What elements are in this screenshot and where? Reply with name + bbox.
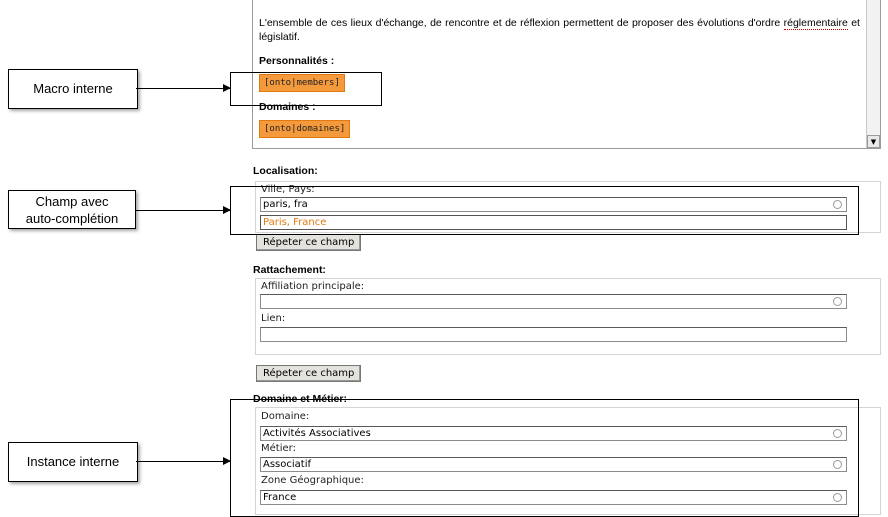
rattachement-title: Rattachement:	[253, 264, 326, 276]
frame-autocomplete	[230, 186, 859, 235]
callout-instance: Instance interne	[8, 442, 138, 482]
repeat-rattachement-button[interactable]: Répeter ce champ	[256, 365, 362, 382]
editor-paragraph: L'ensemble de ces lieux d'échange, de re…	[259, 17, 860, 43]
arrow-instance	[136, 457, 231, 465]
affiliation-label: Affiliation principale:	[261, 281, 365, 292]
callout-macro: Macro interne	[8, 69, 138, 109]
editor-scrollbar[interactable]: ▼	[866, 0, 880, 148]
spellcheck-word: réglementaire	[783, 17, 848, 30]
callout-autocomplete: Champ avec auto-complétion	[8, 190, 136, 229]
frame-macro	[230, 72, 382, 106]
autocomplete-indicator-icon	[833, 297, 842, 306]
arrow-autocomplete	[136, 206, 231, 214]
lien-label: Lien:	[261, 313, 286, 324]
frame-instance	[230, 399, 859, 517]
arrow-macro	[136, 84, 231, 92]
affiliation-input[interactable]	[260, 294, 847, 309]
lien-input[interactable]	[260, 327, 847, 342]
localisation-title: Localisation:	[253, 165, 318, 177]
repeat-localisation-button[interactable]: Répeter ce champ	[256, 234, 362, 251]
heading-personalities: Personnalités :	[259, 55, 335, 67]
scroll-down-arrow-icon[interactable]: ▼	[867, 135, 880, 148]
macro-domains[interactable]: [onto|domaines]	[259, 120, 351, 138]
